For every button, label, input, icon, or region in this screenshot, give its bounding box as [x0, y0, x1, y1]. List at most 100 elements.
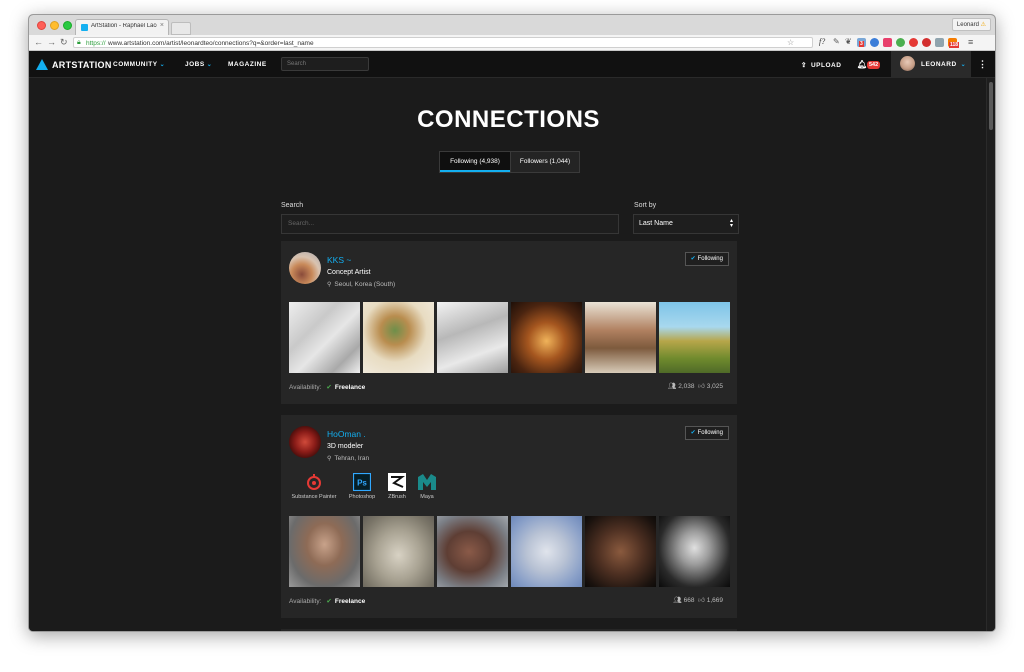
- availability: Availability: ✔ Freelance: [289, 383, 365, 391]
- site-navbar: ARTSTATION COMMUNITY ⌄ JOBS ⌄ MAGAZINE Sea…: [29, 51, 995, 78]
- page-content: CONNECTIONS Following (4,938) Followers …: [29, 78, 988, 631]
- back-icon[interactable]: ←: [34, 37, 43, 47]
- leaf-extension-icon[interactable]: [896, 38, 905, 47]
- tab-following[interactable]: Following (4,938): [440, 152, 510, 172]
- artstation-logo-icon: [36, 59, 48, 70]
- new-tab-button[interactable]: [171, 22, 191, 35]
- artwork-thumbnail[interactable]: [437, 302, 508, 373]
- site-search-input[interactable]: Search: [281, 57, 369, 71]
- check-icon: ✔: [690, 430, 696, 436]
- likes-count: 3,025: [706, 383, 723, 390]
- artwork-thumbnail[interactable]: [289, 302, 360, 373]
- artwork-thumbnail[interactable]: [659, 302, 730, 373]
- location-pin-icon: ⚲: [327, 456, 332, 462]
- connections-tab-switch: Following (4,938) Followers (1,044): [439, 151, 580, 173]
- avatar[interactable]: [289, 426, 321, 458]
- artwork-thumbnail[interactable]: [289, 516, 360, 587]
- sort-select[interactable]: Last Name ▴ ▾: [633, 214, 739, 234]
- software-substance-painter[interactable]: Substance Painter: [287, 473, 341, 500]
- font-extension-icon[interactable]: f?: [819, 37, 825, 47]
- tab-close-icon[interactable]: ×: [160, 22, 164, 29]
- more-menu-icon[interactable]: ⋮: [978, 58, 987, 70]
- following-button[interactable]: ✔ Following: [684, 426, 729, 440]
- connection-card: HoOman . 3D modeler ⚲ Tehran, Iran ✔ Follo…: [281, 415, 737, 618]
- eyedropper-extension-icon[interactable]: ✎: [833, 37, 840, 47]
- location-pin-icon: ⚲: [327, 282, 332, 288]
- likes-icon: 👍︎: [698, 597, 705, 604]
- cube-extension-icon[interactable]: [935, 38, 944, 47]
- evernote-extension-icon[interactable]: ❦: [845, 37, 852, 47]
- reload-icon[interactable]: ↻: [60, 37, 68, 47]
- bookmark-star-icon[interactable]: ☆: [787, 38, 794, 48]
- followers-icon: 👥︎: [673, 597, 682, 604]
- adblock-extension-icon[interactable]: [922, 38, 931, 47]
- chevron-down-icon: ⌄: [960, 62, 967, 68]
- upload-label: UPLOAD: [810, 62, 842, 69]
- artwork-thumbnail[interactable]: [585, 516, 656, 587]
- artwork-thumbnail[interactable]: [363, 302, 434, 373]
- artwork-thumbnail[interactable]: [659, 516, 730, 587]
- page-title: CONNECTIONS: [417, 106, 600, 133]
- profile-name: Leonard: [956, 22, 979, 28]
- likes-icon: 👍︎: [698, 383, 705, 390]
- nav-magazine[interactable]: MAGAZINE: [228, 61, 267, 68]
- browser-tab[interactable]: ArtStation - Raphael Lacoste ×: [75, 19, 169, 35]
- notification-count-badge[interactable]: 542: [867, 61, 881, 69]
- tab-followers[interactable]: Followers (1,044): [510, 152, 579, 172]
- artwork-thumbnails: [289, 302, 730, 373]
- artwork-thumbnail[interactable]: [511, 516, 582, 587]
- nav-community[interactable]: COMMUNITY ⌄: [113, 61, 165, 68]
- substance-painter-icon: [307, 474, 321, 490]
- following-button[interactable]: ✔ Following: [684, 252, 729, 266]
- artwork-thumbnail[interactable]: [363, 516, 434, 587]
- availability: Availability: ✔ Freelance: [289, 597, 365, 605]
- extension-icon-1[interactable]: 3: [857, 38, 866, 47]
- artwork-thumbnail[interactable]: [585, 302, 656, 373]
- opera-extension-icon[interactable]: [909, 38, 918, 47]
- check-icon: ✔: [326, 598, 332, 605]
- user-menu[interactable]: LEONARD ⌄: [891, 51, 971, 77]
- artist-role: 3D modeler: [327, 443, 364, 450]
- browser-tab-bar: ArtStation - Raphael Lacoste × Leonard ⚠: [29, 15, 995, 35]
- address-bar[interactable]: 🔒︎ https:// www.artstation.com/artist/le…: [73, 37, 813, 48]
- camera-extension-icon[interactable]: [883, 38, 892, 47]
- browser-toolbar: ← → ↻ 🔒︎ https:// www.artstation.com/art…: [29, 35, 995, 51]
- maximize-window-button[interactable]: [63, 21, 72, 30]
- following-button-label: Following: [697, 256, 723, 262]
- browser-profile-button[interactable]: Leonard ⚠: [951, 18, 991, 31]
- forward-icon[interactable]: →: [47, 37, 56, 47]
- software-maya[interactable]: Maya: [400, 473, 454, 500]
- person-extension-icon[interactable]: [870, 38, 879, 47]
- minimize-window-button[interactable]: [50, 21, 59, 30]
- rss-extension-icon[interactable]: 118: [948, 38, 960, 48]
- artist-name-link[interactable]: KKS ~: [327, 255, 351, 265]
- logo-text: ARTSTATION: [52, 60, 112, 70]
- browser-menu-icon[interactable]: ≡: [968, 37, 973, 47]
- artwork-thumbnail[interactable]: [511, 302, 582, 373]
- avatar[interactable]: [289, 252, 321, 284]
- nav-jobs[interactable]: JOBS ⌄: [185, 61, 212, 68]
- artist-name-link[interactable]: HoOman .: [327, 429, 366, 439]
- artist-stats: 👥︎ 2,038 👍︎ 3,025: [668, 382, 723, 390]
- browser-window: ArtStation - Raphael Lacoste × Leonard ⚠…: [28, 14, 996, 632]
- photoshop-icon: Ps: [353, 473, 371, 491]
- close-window-button[interactable]: [37, 21, 46, 30]
- check-icon: ✔: [326, 384, 332, 391]
- software-label: Maya: [420, 494, 434, 500]
- lock-icon: 🔒︎: [77, 39, 81, 46]
- availability-value: Freelance: [334, 598, 366, 605]
- chevron-down-icon: ⌄: [206, 62, 213, 68]
- availability-label: Availability:: [289, 384, 322, 391]
- chevron-down-icon: ⌄: [159, 62, 166, 68]
- upload-button[interactable]: ⇪ UPLOAD: [801, 61, 841, 69]
- artist-role: Concept Artist: [327, 269, 371, 276]
- connections-search-input[interactable]: Search...: [281, 214, 619, 234]
- url-text: www.artstation.com/artist/leonardteo/con…: [108, 40, 314, 47]
- followers-count: 2,038: [678, 383, 695, 390]
- artwork-thumbnail[interactable]: [437, 516, 508, 587]
- scrollbar-thumb[interactable]: [989, 82, 993, 130]
- search-label: Search: [281, 202, 304, 209]
- artist-location: ⚲ Seoul, Korea (South): [327, 281, 395, 288]
- page-scrollbar[interactable]: [986, 78, 995, 631]
- sort-value: Last Name: [639, 220, 673, 227]
